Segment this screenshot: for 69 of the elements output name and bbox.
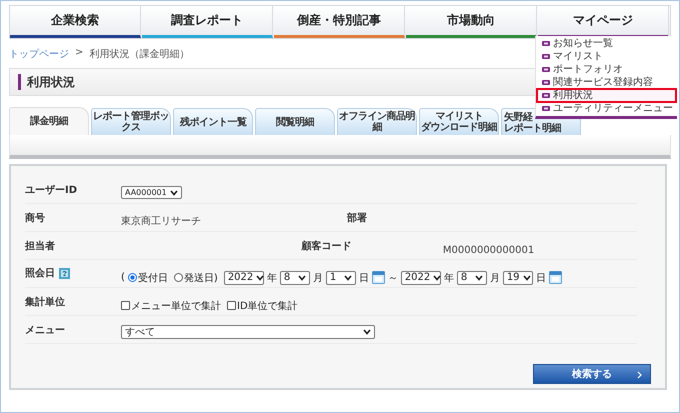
- field-value: M0000000000001: [442, 244, 536, 256]
- user-id-select[interactable]: AA000001: [121, 186, 182, 199]
- breadcrumb-link[interactable]: トップページ: [9, 47, 69, 61]
- breadcrumb-separator: >: [75, 47, 84, 60]
- tab[interactable]: オフライン商品明細: [337, 108, 417, 135]
- menu-item[interactable]: マイリスト: [537, 50, 676, 63]
- calendar-icon[interactable]: [548, 271, 562, 284]
- field-label: 商号: [25, 211, 46, 225]
- field-value: 東京商工リサーチ: [121, 214, 202, 228]
- caret-icon: [433, 274, 442, 280]
- date-select[interactable]: 8: [280, 270, 310, 284]
- tab[interactable]: レポート管理ボックス: [91, 108, 171, 135]
- field-label: メニュー: [25, 324, 66, 337]
- bullet-icon: [542, 41, 550, 46]
- field-label: 集計単位: [25, 296, 66, 309]
- bullet-icon: [542, 80, 550, 85]
- field-label: ユーザーID: [25, 184, 78, 197]
- radio-option[interactable]: 受付日: [128, 270, 168, 284]
- bullet-icon: [542, 67, 550, 72]
- breadcrumb-current: 利用状況（課金明細）: [89, 48, 190, 61]
- date-select[interactable]: 2022: [400, 270, 441, 284]
- date-text: 日: [358, 272, 369, 284]
- date-text: 月: [490, 272, 500, 284]
- caret-icon: [344, 274, 352, 280]
- date-text: ～: [388, 272, 398, 284]
- tab[interactable]: 残ポイント一覧: [173, 108, 253, 135]
- bullet-icon: [542, 106, 550, 111]
- nav-tab[interactable]: 倒産・特別記事: [274, 6, 405, 38]
- field-label: 部署: [347, 212, 368, 225]
- page-title: 利用状況: [27, 74, 75, 90]
- tab[interactable]: 課金明細: [9, 107, 89, 135]
- bullet-icon: [542, 93, 550, 98]
- caret-icon: [474, 274, 483, 280]
- caret-icon: [522, 274, 531, 280]
- caret-icon: [170, 190, 178, 196]
- menu-select[interactable]: すべて: [121, 324, 375, 338]
- bullet-icon: [542, 54, 550, 59]
- nav-tab[interactable]: 調査レポート: [142, 6, 273, 38]
- menu-item[interactable]: 関連サービス登録内容: [537, 76, 676, 89]
- caret-icon: [256, 274, 264, 280]
- chevron-icon: [637, 371, 642, 379]
- calendar-icon[interactable]: [372, 271, 385, 284]
- caret-icon: [363, 328, 371, 334]
- nav-tab[interactable]: 市場動向: [406, 6, 537, 38]
- checkbox-option[interactable]: ID単位で集計: [227, 298, 298, 312]
- help-icon: [59, 268, 70, 278]
- date-select[interactable]: 19: [502, 270, 533, 284]
- field-label: 担当者: [25, 240, 56, 253]
- date-text: 日: [536, 272, 546, 284]
- field-label: 顧客コード: [302, 239, 353, 253]
- tab[interactable]: 閲覧明細: [255, 108, 335, 135]
- date-text: 年: [266, 272, 277, 284]
- tab[interactable]: マイリスト ダウンロード明細: [419, 108, 499, 135]
- date-text: 月: [312, 272, 323, 284]
- date-select[interactable]: 2022: [224, 270, 264, 284]
- menu-item[interactable]: お知らせ一覧: [537, 37, 676, 50]
- date-text: (: [121, 272, 125, 283]
- date-select[interactable]: 8: [456, 270, 487, 284]
- search-button[interactable]: 検索する: [533, 364, 651, 384]
- date-select[interactable]: 1: [326, 270, 356, 284]
- menu-item[interactable]: ポートフォリオ: [537, 63, 676, 76]
- nav-tab[interactable]: マイページ: [538, 6, 669, 38]
- date-text: 年: [444, 272, 454, 284]
- nav-tab[interactable]: 企業検索: [10, 6, 141, 38]
- menu-item[interactable]: 利用状況: [537, 89, 676, 102]
- radio-option[interactable]: 発送日): [174, 270, 218, 284]
- checkbox-option[interactable]: メニュー単位で集計: [121, 298, 221, 312]
- caret-icon: [298, 274, 306, 280]
- field-label: 照会日: [25, 266, 55, 280]
